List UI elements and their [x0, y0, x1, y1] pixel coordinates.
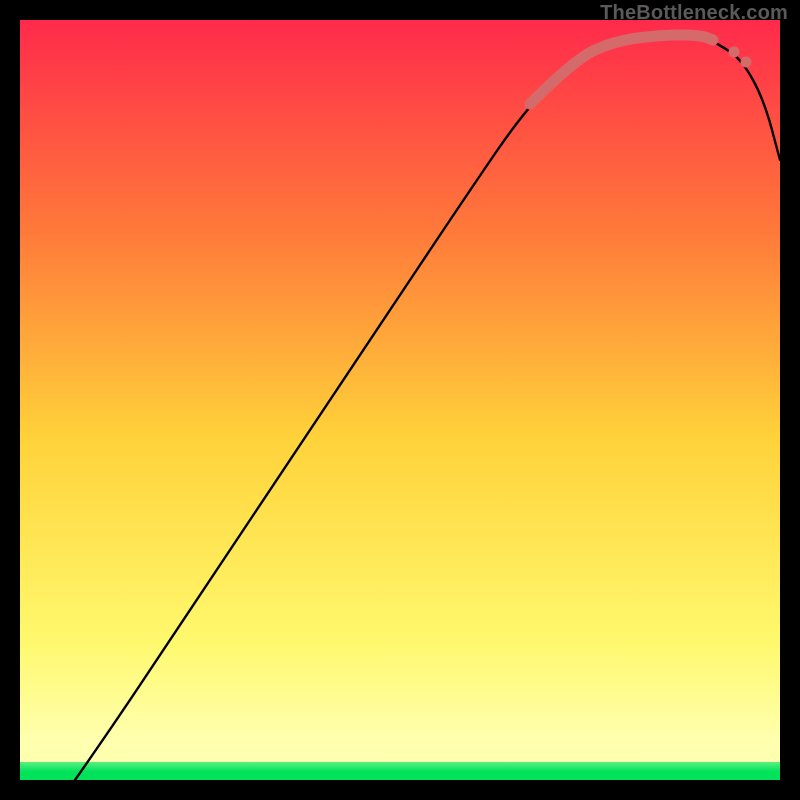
marker-dot [729, 47, 740, 58]
chart-container: TheBottleneck.com [0, 0, 800, 800]
plot-area [20, 20, 780, 780]
background-gradient [20, 20, 780, 780]
marker-dot [741, 57, 752, 68]
